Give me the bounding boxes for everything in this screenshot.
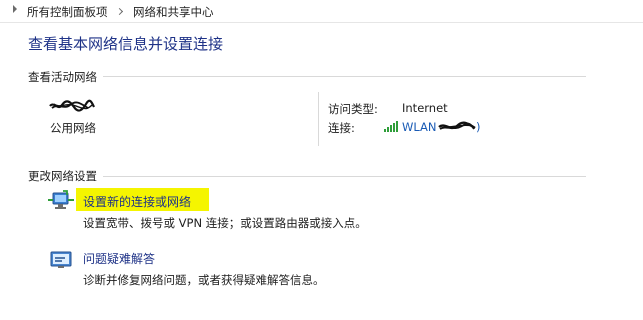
access-type-label: 访问类型: <box>328 102 378 116</box>
breadcrumb-item-control-panel[interactable]: 所有控制面板项 <box>27 4 108 20</box>
vertical-divider <box>318 92 319 146</box>
setup-connection-link[interactable]: 设置新的连接或网络 <box>83 193 191 210</box>
redacted-ssid <box>438 121 476 130</box>
troubleshoot-description: 诊断并修复网络问题，或者获得疑难解答信息。 <box>83 273 325 287</box>
connection-label: 连接: <box>328 121 355 135</box>
breadcrumb-arrow-icon[interactable] <box>13 5 17 13</box>
new-connection-icon <box>48 190 74 209</box>
connection-wlan-link[interactable]: WLAN <box>402 120 437 134</box>
breadcrumb-item-network-center[interactable]: 网络和共享中心 <box>133 4 214 20</box>
section-label-change-settings: 更改网络设置 <box>28 168 103 184</box>
section-divider <box>28 76 586 77</box>
redacted-network-name <box>49 99 95 112</box>
troubleshoot-link[interactable]: 问题疑难解答 <box>83 250 155 267</box>
setup-connection-description: 设置宽带、拨号或 VPN 连接；或设置路由器或接入点。 <box>83 216 367 230</box>
section-divider <box>28 176 586 177</box>
breadcrumb-separator-icon[interactable] <box>115 7 124 16</box>
wifi-signal-icon <box>384 121 398 132</box>
page-title: 查看基本网络信息并设置连接 <box>28 35 224 53</box>
troubleshoot-icon <box>50 251 72 268</box>
breadcrumb: 所有控制面板项 网络和共享中心 <box>0 0 643 23</box>
network-type: 公用网络 <box>50 121 96 135</box>
connection-suffix: ) <box>476 120 481 134</box>
section-label-active-networks: 查看活动网络 <box>28 69 103 85</box>
access-type-value: Internet <box>402 101 448 115</box>
